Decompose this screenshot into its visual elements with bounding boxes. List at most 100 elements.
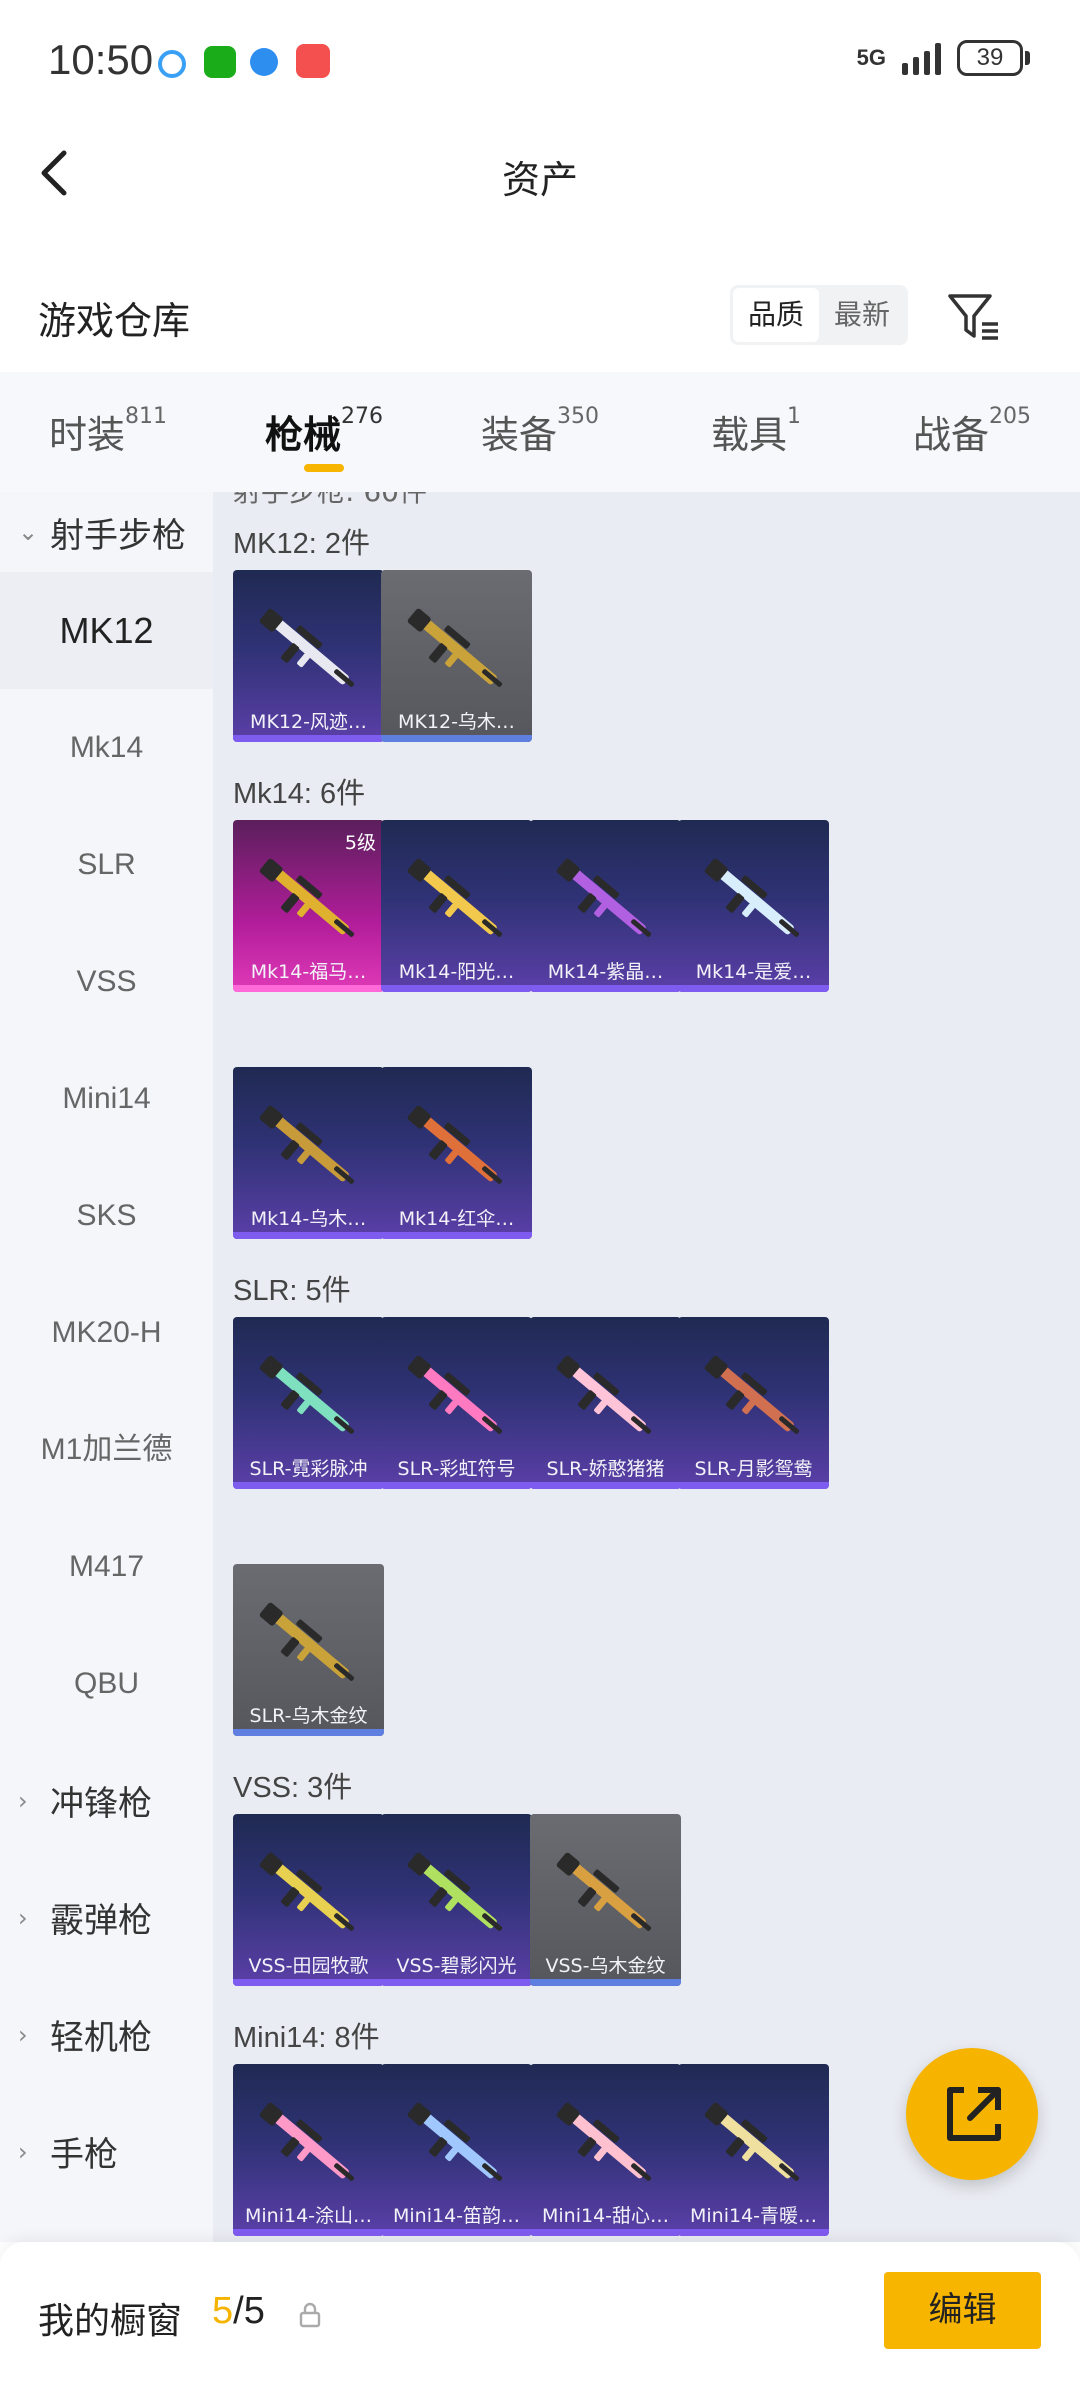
status-time: 10:50 <box>48 36 154 83</box>
rarity-bar <box>678 1482 829 1489</box>
sidebar-item-m1-garand[interactable]: M1加兰德 <box>0 1391 213 1508</box>
tab-vehicles[interactable]: 载具1 <box>648 372 864 492</box>
sidebar-item-vss[interactable]: VSS <box>0 923 213 1040</box>
group-title: Mini14: 8件 <box>233 2022 380 2054</box>
battery-level: 39 <box>957 40 1023 76</box>
sort-toggle: 品质 最新 <box>730 285 909 345</box>
sidebar-category-label: 射手步枪 <box>50 515 186 556</box>
rarity-bar <box>678 2229 829 2236</box>
item-name: Mk14-福马… <box>250 961 367 983</box>
item-card[interactable]: SLR-彩虹符号 <box>381 1317 532 1489</box>
item-card[interactable]: SLR-月影鸳鸯 <box>678 1317 829 1489</box>
rifle-icon <box>704 2102 800 2181</box>
rifle-icon <box>407 2102 503 2181</box>
tab-equipment[interactable]: 装备350 <box>432 372 648 492</box>
rifle-icon <box>259 1105 355 1184</box>
item-card[interactable]: Mk14-紫晶… <box>530 820 681 992</box>
tab-label: 装备 <box>480 413 557 457</box>
edit-button[interactable]: 编辑 <box>884 2272 1041 2349</box>
rarity-bar <box>381 1482 532 1489</box>
rarity-bar <box>381 985 532 992</box>
tab-fashion[interactable]: 时装811 <box>0 372 216 492</box>
item-name: Mini14-笛韵… <box>392 2205 521 2227</box>
item-name: Mini14-甜心… <box>541 2205 670 2227</box>
sidebar-item-mini14[interactable]: Mini14 <box>0 1040 213 1157</box>
item-card[interactable]: Mk14-是爱… <box>678 820 829 992</box>
item-card[interactable]: Mk14-红伞… <box>381 1067 532 1239</box>
sidebar-item-mk20h[interactable]: MK20-H <box>0 1274 213 1391</box>
item-name: Mk14-紫晶… <box>547 961 664 983</box>
showcase-total: 5 <box>243 2290 265 2332</box>
rarity-bar <box>233 735 384 742</box>
item-card[interactable]: SLR-娇憨猪猪 <box>530 1317 681 1489</box>
item-name: SLR-霓彩脉冲 <box>249 1458 368 1480</box>
chevron-right-icon: › <box>18 1903 28 1932</box>
sidebar-item-mk12[interactable]: MK12 <box>0 572 213 689</box>
item-card[interactable]: Mk14-阳光… <box>381 820 532 992</box>
filter-button[interactable] <box>946 288 1002 344</box>
section-bar: 游戏仓库 品质 最新 <box>0 260 1080 370</box>
sidebar-category-smg[interactable]: › 冲锋枪 <box>0 1742 213 1859</box>
network-type: 5G <box>856 45 886 70</box>
item-card[interactable]: Mini14-甜心… <box>530 2064 681 2236</box>
sidebar-item-slr[interactable]: SLR <box>0 806 213 923</box>
sidebar-item-qbu[interactable]: QBU <box>0 1625 213 1742</box>
wechat-icon <box>204 46 236 78</box>
chevron-right-icon: › <box>18 2137 28 2166</box>
rarity-bar <box>381 1232 532 1239</box>
item-card[interactable]: SLR-霓彩脉冲 <box>233 1317 384 1489</box>
chevron-right-icon: › <box>18 1786 28 1815</box>
rifle-icon <box>259 858 355 937</box>
filter-icon <box>948 294 998 340</box>
item-name: SLR-乌木金纹 <box>249 1705 368 1727</box>
rarity-bar <box>233 985 384 992</box>
rifle-icon <box>407 608 503 687</box>
tab-label: 战备 <box>912 413 989 457</box>
sort-by-newest[interactable]: 最新 <box>819 288 905 342</box>
tab-guns[interactable]: 枪械276 <box>216 372 432 492</box>
sort-by-quality[interactable]: 品质 <box>733 288 820 342</box>
tab-count: 811 <box>125 404 167 429</box>
rifle-icon <box>704 1355 800 1434</box>
item-name: Mk14-乌木… <box>250 1208 367 1230</box>
item-card[interactable]: 5级 Mk14-福马… <box>233 820 384 992</box>
item-card[interactable]: MK12-乌木… <box>381 570 532 742</box>
battery-icon: 39 <box>957 40 1030 76</box>
item-card[interactable]: Mk14-乌木… <box>233 1067 384 1239</box>
sidebar-category-marksman[interactable]: ⌄ 射手步枪 <box>0 492 213 572</box>
rarity-bar <box>381 735 532 742</box>
sidebar-category-pistol[interactable]: › 手枪 <box>0 2093 213 2210</box>
sidebar-category-shotgun[interactable]: › 霰弹枪 <box>0 1859 213 1976</box>
item-name: VSS-碧影闪光 <box>396 1955 517 1977</box>
rarity-bar <box>530 1482 681 1489</box>
item-card[interactable]: VSS-乌木金纹 <box>530 1814 681 1986</box>
item-card[interactable]: VSS-田园牧歌 <box>233 1814 384 1986</box>
showcase-bar: 我的橱窗 5/5 编辑 <box>0 2242 1080 2381</box>
rifle-icon <box>704 858 800 937</box>
rarity-bar <box>530 985 681 992</box>
item-card[interactable]: Mini14-笛韵… <box>381 2064 532 2236</box>
tab-supplies[interactable]: 战备205 <box>864 372 1080 492</box>
tab-label: 时装 <box>48 413 125 457</box>
rarity-bar <box>381 1979 532 1986</box>
sidebar-item-sks[interactable]: SKS <box>0 1157 213 1274</box>
sidebar-item-m417[interactable]: M417 <box>0 1508 213 1625</box>
sidebar-item-mk14[interactable]: Mk14 <box>0 689 213 806</box>
item-card[interactable]: SLR-乌木金纹 <box>233 1564 384 1736</box>
tab-label: 枪械 <box>264 413 341 457</box>
item-card[interactable]: MK12-风迹… <box>233 570 384 742</box>
showcase-count: 5/5 <box>212 2290 265 2333</box>
item-card[interactable]: VSS-碧影闪光 <box>381 1814 532 1986</box>
tab-active-indicator <box>304 464 344 472</box>
item-level: 5级 <box>344 832 376 854</box>
rifle-icon <box>259 608 355 687</box>
rifle-icon <box>556 1355 652 1434</box>
item-card[interactable]: Mini14-青暖… <box>678 2064 829 2236</box>
share-button[interactable] <box>906 2048 1038 2180</box>
tab-count: 276 <box>341 404 383 429</box>
sidebar-category-lmg[interactable]: › 轻机枪 <box>0 1976 213 2093</box>
item-card[interactable]: Mini14-涂山… <box>233 2064 384 2236</box>
item-name: Mk14-红伞… <box>398 1208 515 1230</box>
category-tabs: 时装811 枪械276 装备350 载具1 战备205 <box>0 372 1080 492</box>
rarity-bar <box>233 1729 384 1736</box>
